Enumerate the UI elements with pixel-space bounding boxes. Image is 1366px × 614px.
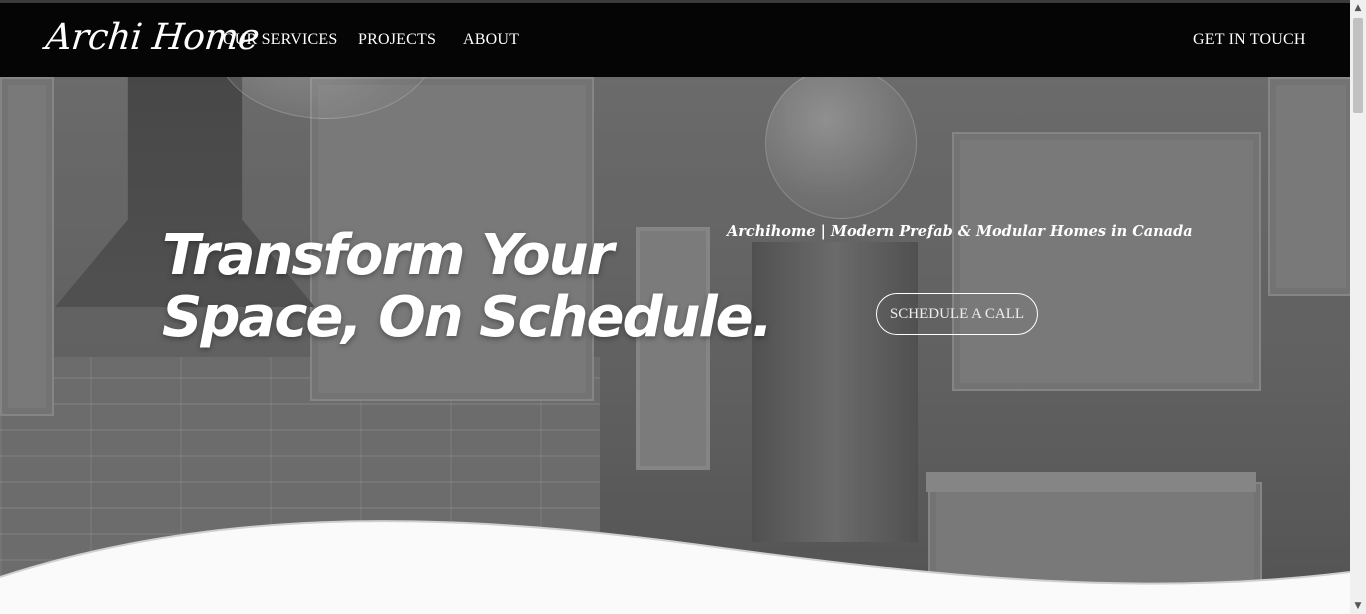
hero-headline-line-1: Transform Your	[162, 223, 614, 288]
scrollbar-thumb[interactable]	[1353, 18, 1363, 113]
nav-about[interactable]: ABOUT	[463, 31, 519, 49]
hero-section: Transform Your Space, On Schedule. Archi…	[0, 77, 1350, 614]
hero-headline-line-2: Space, On Schedule.	[162, 285, 773, 350]
nav-our-services[interactable]: OUR SERVICES	[223, 31, 337, 49]
hero-wave-divider	[0, 520, 1350, 614]
scroll-down-arrow-icon[interactable]: ▼	[1350, 598, 1366, 614]
nav-get-in-touch[interactable]: GET IN TOUCH	[1193, 31, 1306, 49]
hero-headline: Transform Your Space, On Schedule.	[162, 223, 773, 350]
top-navbar: Archi Home OUR SERVICES PROJECTS ABOUT G…	[0, 3, 1350, 77]
schedule-call-button[interactable]: SCHEDULE A CALL	[876, 293, 1038, 335]
hero-tagline: Archihome | Modern Prefab & Modular Home…	[727, 223, 1193, 240]
scroll-up-arrow-icon[interactable]: ▲	[1350, 0, 1366, 16]
vertical-scrollbar[interactable]: ▲ ▼	[1350, 0, 1366, 614]
nav-projects[interactable]: PROJECTS	[358, 31, 436, 49]
